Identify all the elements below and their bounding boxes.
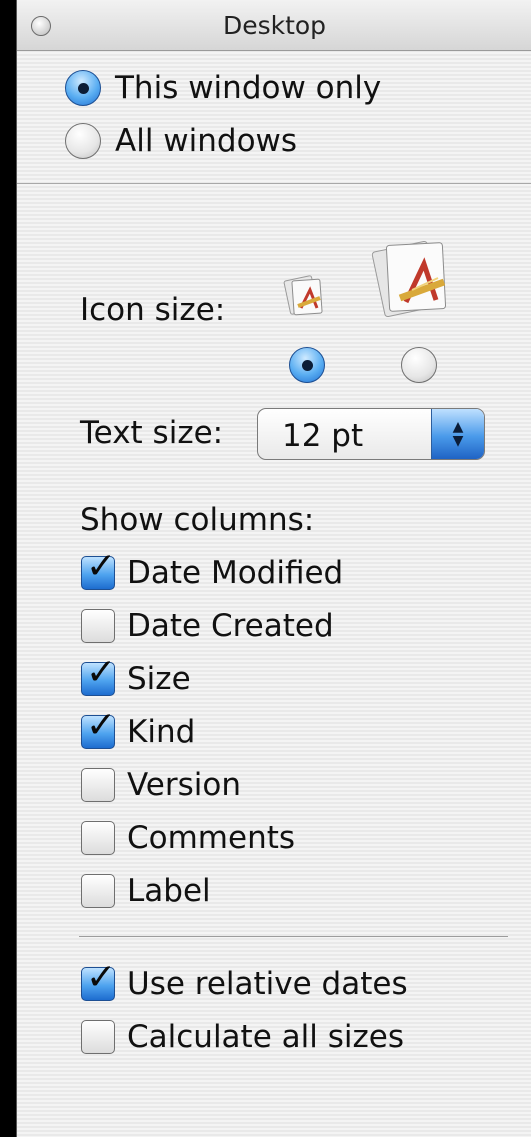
checkbox[interactable]: ✓ (81, 960, 116, 1001)
checkbox[interactable]: ✓ (81, 549, 116, 590)
checkbox[interactable] (81, 821, 115, 855)
text-size-popup[interactable]: 12 pt ▲ ▼ (257, 408, 485, 460)
view-options-window: Desktop This window only All windows Ico… (16, 0, 531, 1137)
checkbox-version[interactable]: Version (81, 767, 241, 803)
show-columns-heading: Show columns: (80, 502, 315, 538)
radio-label: All windows (115, 123, 298, 159)
checkbox-label: Calculate all sizes (127, 1019, 404, 1055)
radio-button[interactable] (65, 70, 101, 106)
popup-arrows-icon: ▲ ▼ (431, 409, 484, 459)
checkbox-label-column[interactable]: Label (81, 873, 211, 909)
checkbox-label: Kind (127, 714, 196, 750)
checkbox-label: Size (127, 661, 191, 697)
large-app-document-icon (372, 230, 464, 322)
checkmark-icon: ✓ (86, 705, 117, 746)
checkmark-icon: ✓ (86, 652, 117, 693)
checkmark-icon: ✓ (86, 546, 117, 587)
checkbox-label: Version (127, 767, 241, 803)
checkbox-calculate-all-sizes[interactable]: Calculate all sizes (81, 1019, 404, 1055)
text-size-value: 12 pt (282, 418, 364, 454)
checkbox[interactable]: ✓ (81, 708, 116, 749)
checkbox-use-relative-dates[interactable]: ✓ Use relative dates (81, 960, 408, 1002)
text-size-label: Text size: (80, 415, 224, 451)
radio-this-window-only[interactable]: This window only (65, 70, 381, 106)
checkbox-label: Comments (127, 820, 296, 856)
checkbox-kind[interactable]: ✓ Kind (81, 708, 196, 750)
checkbox[interactable] (81, 609, 115, 643)
scope-section: This window only All windows (17, 51, 531, 184)
checkbox-comments[interactable]: Comments (81, 820, 295, 856)
checkbox-size[interactable]: ✓ Size (81, 655, 191, 697)
checkbox-date-created[interactable]: Date Created (81, 608, 334, 644)
window-title: Desktop (222, 11, 327, 40)
icon-size-large-radio[interactable] (401, 347, 437, 383)
small-app-document-icon (283, 270, 329, 322)
radio-label: This window only (115, 70, 382, 106)
icon-size-small-radio[interactable] (289, 347, 325, 383)
checkbox-label: Date Created (127, 608, 334, 644)
radio-button[interactable] (65, 123, 101, 159)
title-bar[interactable]: Desktop (17, 0, 531, 51)
checkbox-label: Use relative dates (127, 966, 408, 1002)
checkbox[interactable] (81, 768, 115, 802)
checkmark-icon: ✓ (86, 957, 117, 998)
checkbox[interactable] (81, 874, 115, 908)
checkbox-date-modified[interactable]: ✓ Date Modified (81, 549, 344, 591)
checkbox-label: Date Modified (127, 555, 344, 591)
checkbox-label: Label (127, 873, 211, 909)
icon-size-label: Icon size: (80, 292, 226, 328)
checkbox[interactable]: ✓ (81, 655, 116, 696)
separator (79, 936, 508, 937)
radio-all-windows[interactable]: All windows (65, 123, 297, 159)
checkbox[interactable] (81, 1020, 115, 1054)
